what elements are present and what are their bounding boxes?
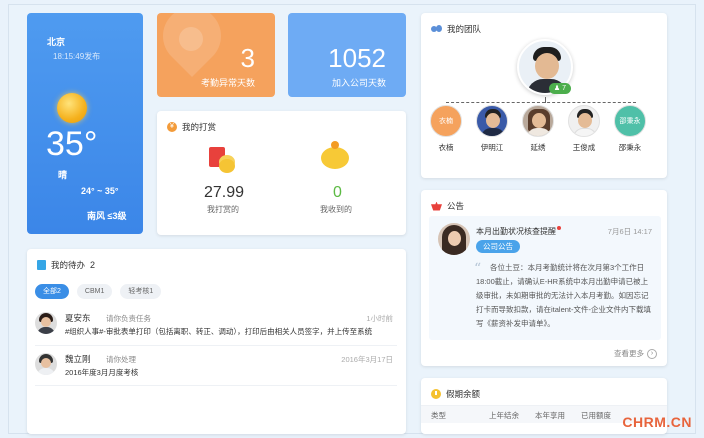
- holiday-title: 假期余额: [446, 389, 481, 399]
- member-avatar-text: 衣楠: [439, 118, 453, 125]
- weather-range: 24° ~ 35°: [81, 186, 119, 196]
- member-name: 王俊成: [572, 143, 596, 152]
- reward-received-value[interactable]: 0: [333, 184, 342, 202]
- weather-card: 北京 18:15:49发布 35° 晴 24° ~ 35° 南风 ≤3级: [27, 13, 143, 234]
- avatar: [35, 312, 57, 334]
- todo-card: 我的待办 2 全部2 CBM1 轻考核1 夏安东 请你负责任务 1小时前 #组织…: [27, 249, 406, 434]
- team-member[interactable]: 王俊成: [566, 105, 602, 153]
- todo-item[interactable]: 魏立刚 请你处理 2016年3月17日 2016年度3月月度考核: [35, 353, 397, 379]
- attendance-abnormal-tile[interactable]: 3 考勤异常天数: [157, 13, 275, 97]
- yen-icon: ¥: [167, 122, 177, 132]
- notice-body: 各位土豆：本月考勤统计将在次月第3个工作日18:00截止，请确认E-HR系统中本…: [476, 263, 652, 328]
- divider: [35, 345, 397, 346]
- crown-icon: [431, 201, 442, 211]
- team-card: 我的团队 ♟ 7 衣楠 衣楠 伊明江 延绣 王俊成 邵秉永 邵秉永: [421, 13, 667, 178]
- clock-icon: [431, 389, 441, 399]
- member-avatar: [568, 105, 600, 137]
- sun-icon: [57, 93, 87, 123]
- notice-card: 公告 本月出勤状况核查提醒 7月6日 14:17 公司公告 “ 各位土豆：本月考…: [421, 190, 667, 366]
- view-more-link[interactable]: 查看更多 ›: [614, 348, 657, 359]
- reward-given-value[interactable]: 27.99: [204, 184, 244, 202]
- divider: [35, 385, 397, 386]
- todo-item[interactable]: 夏安东 请你负责任务 1小时前 #组织人事#-审批表单打印（包括离职、转正、调动…: [35, 312, 397, 338]
- reward-header: ¥ 我的打赏: [167, 121, 216, 133]
- column-header: 上年结余: [489, 411, 519, 420]
- member-name: 衣楠: [438, 143, 454, 152]
- clipboard-icon: [37, 260, 46, 270]
- reward-received-label: 我收到的: [320, 205, 352, 214]
- filter-cbm[interactable]: CBM1: [76, 284, 113, 299]
- todo-time: 2016年3月17日: [341, 355, 393, 364]
- notice-title: 公告: [447, 201, 465, 211]
- unread-dot: [557, 226, 561, 230]
- attendance-abnormal-label: 考勤异常天数: [200, 78, 255, 88]
- weather-temperature: 35°: [46, 125, 98, 163]
- days-joined-tile[interactable]: 1052 加入公司天数: [288, 13, 406, 97]
- member-name: 伊明江: [480, 143, 504, 152]
- team-member[interactable]: 延绣: [520, 105, 556, 153]
- todo-time: 1小时前: [366, 314, 393, 323]
- org-connector-line: [446, 102, 636, 103]
- member-avatar-text: 邵秉永: [619, 118, 641, 125]
- piggy-bank-icon: [321, 147, 349, 169]
- holiday-header: 假期余额: [431, 388, 480, 400]
- notice-item-title-text: 本月出勤状况核查提醒: [476, 227, 556, 236]
- team-size-badge: ♟ 7: [549, 83, 571, 94]
- team-member[interactable]: 邵秉永 邵秉永: [612, 105, 648, 153]
- member-avatar: 衣楠: [430, 105, 462, 137]
- view-more-label: 查看更多: [614, 349, 644, 358]
- member-avatar: [476, 105, 508, 137]
- notice-tag: 公司公告: [476, 240, 520, 253]
- team-size-value: 7: [562, 85, 567, 92]
- notice-item-title[interactable]: 本月出勤状况核查提醒: [476, 226, 561, 237]
- todo-action: 请你处理: [106, 355, 136, 364]
- weather-city: 北京: [47, 37, 66, 47]
- team-member[interactable]: 伊明江: [474, 105, 510, 153]
- watermark: CHRM.CN: [622, 414, 692, 430]
- weather-published-time: 18:15:49发布: [53, 52, 101, 61]
- publisher-avatar: [438, 223, 470, 255]
- team-header: 我的团队: [431, 23, 481, 35]
- chevron-right-icon: ›: [647, 348, 657, 359]
- todo-title: 我的待办: [51, 260, 86, 270]
- todo-action: 请你负责任务: [106, 314, 151, 323]
- column-header: 已用额度: [581, 411, 611, 420]
- filter-light-review[interactable]: 轻考核1: [120, 284, 162, 299]
- member-avatar: [522, 105, 554, 137]
- todo-header: 我的待办 2: [37, 259, 95, 271]
- column-header: 本年享用: [535, 411, 565, 420]
- filter-all[interactable]: 全部2: [35, 284, 69, 299]
- weather-condition: 晴: [58, 170, 68, 180]
- attendance-abnormal-value: 3: [240, 43, 255, 73]
- weather-wind: 南风 ≤3级: [87, 211, 127, 221]
- member-name: 邵秉永: [618, 143, 642, 152]
- coin-icon: [331, 141, 339, 149]
- team-icon: [431, 24, 442, 34]
- coins-icon: [219, 159, 235, 173]
- todo-description: #组织人事#-审批表单打印（包括离职、转正、调动），打印后由相关人员签字，并上传…: [65, 327, 373, 336]
- todo-count: 2: [90, 260, 96, 270]
- todo-description: 2016年度3月月度考核: [65, 368, 139, 377]
- reward-title: 我的打赏: [182, 122, 217, 132]
- todo-sender: 魏立刚: [65, 354, 91, 364]
- todo-filters: 全部2 CBM1 轻考核1: [35, 284, 162, 299]
- days-joined-label: 加入公司天数: [331, 78, 386, 88]
- todo-sender: 夏安东: [65, 313, 91, 323]
- days-joined-value: 1052: [328, 43, 386, 73]
- notice-item[interactable]: 本月出勤状况核查提醒 7月6日 14:17 公司公告 “ 各位土豆：本月考勤统计…: [429, 216, 661, 340]
- location-pin-hole: [179, 27, 203, 51]
- member-avatar: 邵秉永: [614, 105, 646, 137]
- notice-header: 公告: [431, 200, 464, 212]
- member-name: 延绣: [530, 143, 546, 152]
- avatar: [35, 353, 57, 375]
- reward-given-label: 我打赏的: [207, 205, 239, 214]
- team-member[interactable]: 衣楠 衣楠: [428, 105, 464, 153]
- reward-card: ¥ 我的打赏 27.99 0 我打赏的 我收到的: [157, 111, 406, 235]
- team-title: 我的团队: [447, 24, 482, 34]
- column-header: 类型: [431, 411, 446, 420]
- notice-date: 7月6日 14:17: [607, 227, 652, 236]
